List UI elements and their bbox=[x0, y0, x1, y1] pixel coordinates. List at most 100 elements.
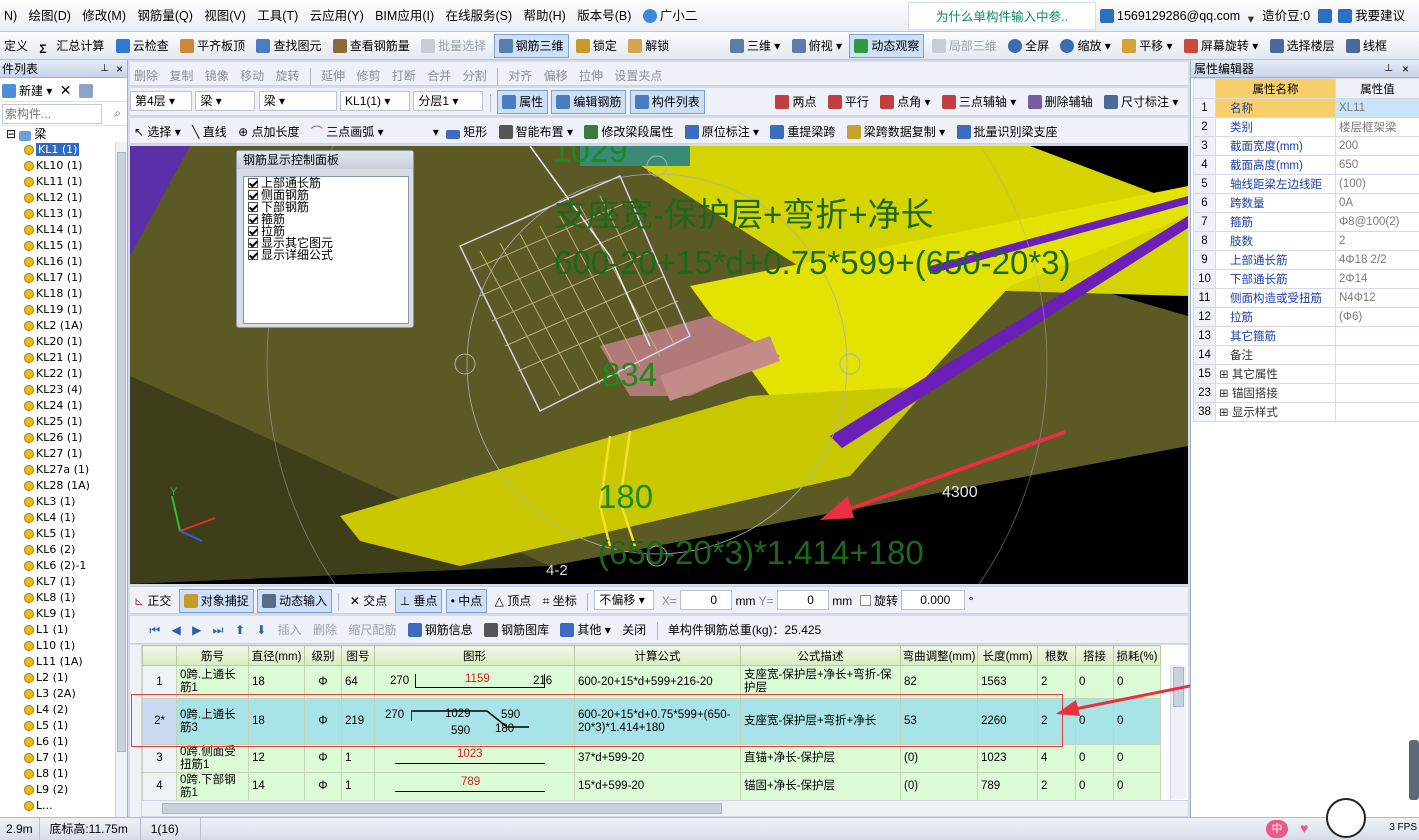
property-row[interactable]: 15⊞ 其它属性 bbox=[1194, 365, 1419, 384]
copy-button[interactable]: 复制 bbox=[165, 64, 197, 88]
cell-formula[interactable]: 37*d+599-20 bbox=[575, 745, 741, 773]
property-value[interactable] bbox=[1336, 384, 1419, 403]
tree-item[interactable]: L11 (1A) bbox=[0, 654, 127, 670]
edit-rebar-button[interactable]: 编辑钢筋 bbox=[551, 90, 626, 114]
delete-button[interactable]: 删除 bbox=[130, 64, 162, 88]
checkbox-icon[interactable] bbox=[248, 190, 258, 200]
property-value[interactable]: (Φ6) bbox=[1336, 308, 1419, 327]
cell-lap[interactable]: 0 bbox=[1076, 773, 1114, 801]
cell-shape[interactable]: 789 bbox=[375, 773, 575, 801]
expand-icon[interactable]: ⊞ bbox=[1219, 407, 1232, 419]
menu-draw[interactable]: 绘图(D) bbox=[25, 0, 75, 32]
rebar-info-button[interactable]: 钢筋信息 bbox=[404, 618, 477, 642]
row-index[interactable]: 3 bbox=[143, 745, 177, 773]
tree-item[interactable]: KL22 (1) bbox=[0, 366, 127, 382]
stretch-button[interactable]: 拉伸 bbox=[575, 64, 607, 88]
cell-loss[interactable]: 0 bbox=[1114, 745, 1161, 773]
tree-item[interactable]: KL4 (1) bbox=[0, 510, 127, 526]
delete-icon[interactable]: ✕ bbox=[60, 82, 72, 98]
grid-hscroll[interactable] bbox=[142, 800, 1188, 816]
property-name[interactable]: ⊞ 锚固搭接 bbox=[1216, 384, 1336, 403]
property-value[interactable]: 200 bbox=[1336, 137, 1419, 156]
cell-grade[interactable]: Φ bbox=[305, 745, 342, 773]
top-view-button[interactable]: 俯视 ▾ bbox=[788, 34, 846, 58]
cloud-check-button[interactable]: 云检查 bbox=[112, 34, 173, 58]
tree-item[interactable]: KL12 (1) bbox=[0, 190, 127, 206]
last-record-button[interactable]: ⏭ bbox=[209, 618, 228, 642]
property-value[interactable]: 2 bbox=[1336, 232, 1419, 251]
tree-item[interactable]: L2 (1) bbox=[0, 670, 127, 686]
floor-select[interactable]: 第4层 ▾ bbox=[130, 91, 192, 111]
break-button[interactable]: 打断 bbox=[388, 64, 420, 88]
offset-button[interactable]: 偏移 bbox=[540, 64, 572, 88]
menu-online[interactable]: 在线服务(S) bbox=[441, 0, 516, 32]
tree-item[interactable]: L3 (2A) bbox=[0, 686, 127, 702]
menu-bim[interactable]: BIM应用(I) bbox=[371, 0, 438, 32]
tree-item[interactable]: KL27a (1) bbox=[0, 462, 127, 478]
property-row[interactable]: 1名称XL11 bbox=[1194, 99, 1419, 118]
menu-cloud[interactable]: 云应用(Y) bbox=[306, 0, 368, 32]
tree-item[interactable]: L4 (2) bbox=[0, 702, 127, 718]
close-grid-button[interactable]: 关闭 bbox=[618, 618, 650, 642]
intersection-snap-button[interactable]: ✕ 交点 bbox=[346, 589, 391, 613]
table-row[interactable]: 3 0跨.侧面受扭筋1 12 Φ 1 1023 37*d+599-20 直锚+净… bbox=[143, 745, 1161, 773]
tree-item[interactable]: KL6 (2) bbox=[0, 542, 127, 558]
cell-formula-desc[interactable]: 直锚+净长-保护层 bbox=[741, 745, 901, 773]
cell-length[interactable]: 1023 bbox=[978, 745, 1038, 773]
type-select[interactable]: 梁 ▾ bbox=[195, 91, 255, 111]
three-point-arc-button[interactable]: ⌒ 三点画弧 ▾ bbox=[307, 120, 388, 144]
merge-button[interactable]: 合并 bbox=[423, 64, 455, 88]
coordinate-snap-button[interactable]: ⌗ 坐标 bbox=[539, 589, 581, 613]
menu-modify[interactable]: 修改(M) bbox=[78, 0, 130, 32]
row-index[interactable]: 4 bbox=[143, 773, 177, 801]
move-down-button[interactable]: ⬇ bbox=[252, 618, 270, 642]
batch-select-button[interactable]: 批量选择 bbox=[417, 34, 490, 58]
cell-length[interactable]: 789 bbox=[978, 773, 1038, 801]
expand-icon[interactable]: ⊞ bbox=[1219, 369, 1232, 381]
property-row[interactable]: 9上部通长筋4Φ18 2/2 bbox=[1194, 251, 1419, 270]
tree-item[interactable]: KL15 (1) bbox=[0, 238, 127, 254]
tree-root-beam[interactable]: ⊟ 梁 bbox=[0, 126, 127, 142]
component-search-input[interactable] bbox=[2, 104, 102, 124]
modify-span-button[interactable]: 修改梁段属性 bbox=[580, 120, 677, 144]
expand-icon[interactable]: ⊞ bbox=[1219, 388, 1232, 400]
y-input[interactable]: 0 bbox=[777, 590, 829, 610]
tree-item[interactable]: KL23 (4) bbox=[0, 382, 127, 398]
tree-item[interactable]: KL11 (1) bbox=[0, 174, 127, 190]
close-icon[interactable]: × bbox=[1402, 60, 1409, 78]
move-button[interactable]: 移动 bbox=[236, 64, 268, 88]
right-edge-scroll[interactable] bbox=[1409, 740, 1419, 800]
tree-item[interactable]: KL14 (1) bbox=[0, 222, 127, 238]
suggest-link[interactable]: 我要建议 bbox=[1355, 9, 1405, 23]
property-value[interactable] bbox=[1336, 403, 1419, 422]
property-value[interactable]: Φ8@100(2) bbox=[1336, 213, 1419, 232]
grid-delete-button[interactable]: 删除 bbox=[309, 618, 341, 642]
3d-view-button[interactable]: 三维 ▾ bbox=[726, 34, 784, 58]
property-name[interactable]: 类别 bbox=[1216, 118, 1336, 137]
scroll-thumb[interactable] bbox=[117, 152, 126, 752]
checkbox-icon[interactable] bbox=[248, 238, 258, 248]
property-name[interactable]: ⊞ 显示样式 bbox=[1216, 403, 1336, 422]
property-row[interactable]: 6跨数量0A bbox=[1194, 194, 1419, 213]
checkbox-icon[interactable] bbox=[248, 250, 258, 260]
summary-calc-button[interactable]: Σ汇总计算 bbox=[35, 34, 108, 58]
insert-button[interactable]: 插入 bbox=[274, 618, 306, 642]
screen-rotate-button[interactable]: 屏幕旋转 ▾ bbox=[1180, 34, 1262, 58]
tree-item[interactable]: KL28 (1A) bbox=[0, 478, 127, 494]
parallel-button[interactable]: 平行 bbox=[824, 90, 873, 114]
unlock-button[interactable]: 解锁 bbox=[624, 34, 673, 58]
object-snap-button[interactable]: 对象捕捉 bbox=[179, 589, 254, 613]
property-row[interactable]: 13其它箍筋 bbox=[1194, 327, 1419, 346]
menu-tools[interactable]: 工具(T) bbox=[253, 0, 302, 32]
property-value[interactable]: 4Φ18 2/2 bbox=[1336, 251, 1419, 270]
property-row[interactable]: 10下部通长筋2Φ14 bbox=[1194, 270, 1419, 289]
first-record-button[interactable]: ⏮ bbox=[145, 618, 164, 642]
pan-button[interactable]: 平移 ▾ bbox=[1118, 34, 1176, 58]
cell-bend-adjust[interactable]: (0) bbox=[901, 745, 978, 773]
tree-item[interactable]: L8 (1) bbox=[0, 766, 127, 782]
span-copy-button[interactable]: 梁跨数据复制 ▾ bbox=[843, 120, 949, 144]
x-input[interactable]: 0 bbox=[680, 590, 732, 610]
rotate-checkbox[interactable] bbox=[860, 595, 871, 606]
menu-assistant[interactable]: 广小二 bbox=[639, 0, 702, 32]
in-situ-label-button[interactable]: 原位标注 ▾ bbox=[681, 120, 763, 144]
